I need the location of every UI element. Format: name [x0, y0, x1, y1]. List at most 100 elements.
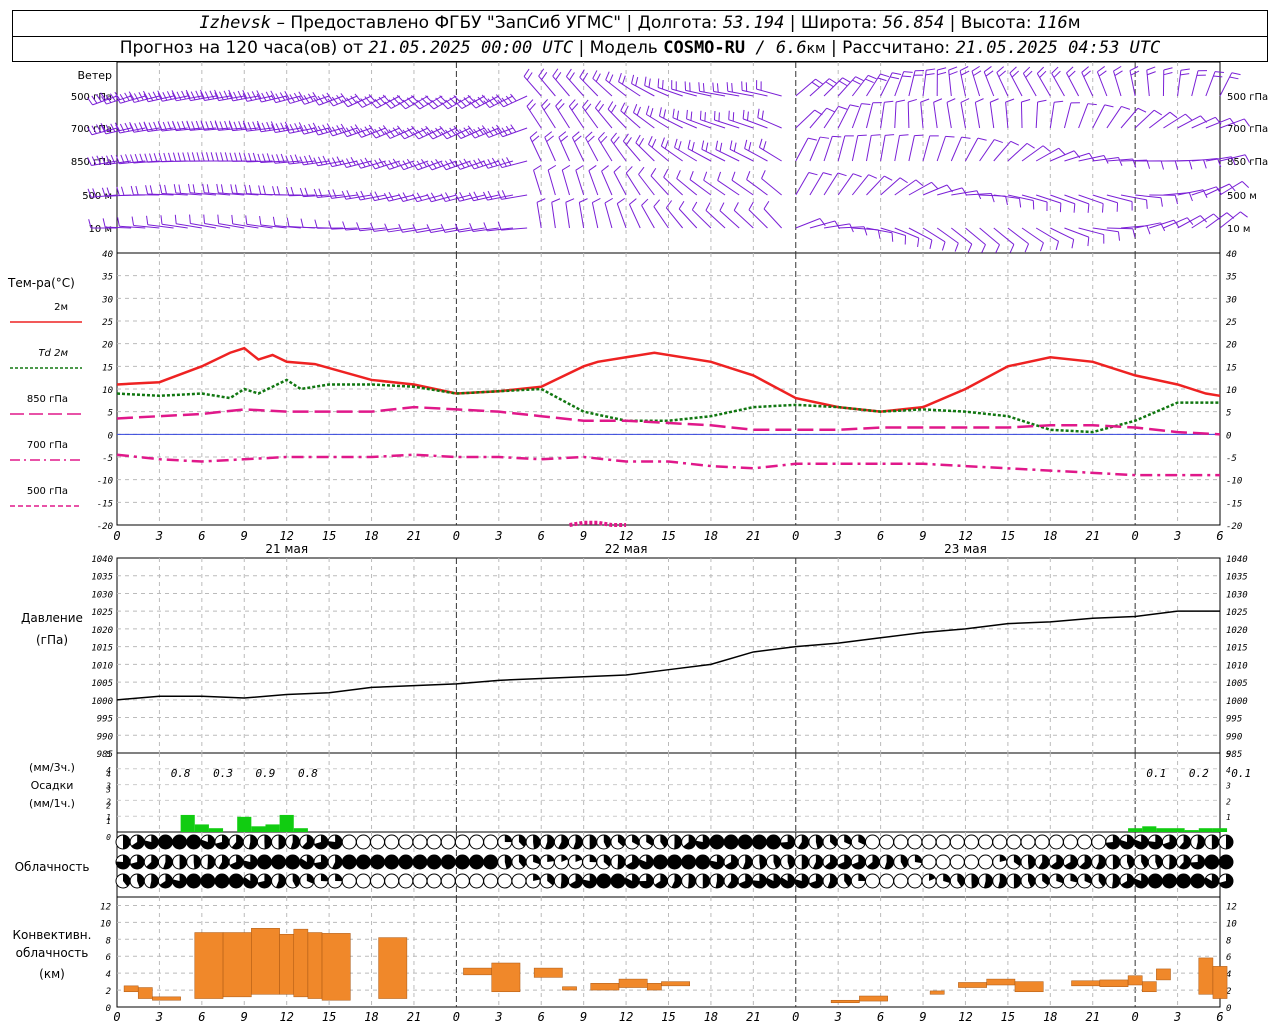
time-tick-label: 15: [661, 529, 675, 543]
cloud-symbol: [355, 854, 371, 870]
cloud-fill-full: [370, 855, 385, 869]
wind-barb-staff: [936, 227, 959, 244]
wind-barb-flag: [975, 98, 984, 103]
wind-barb-staff: [922, 70, 927, 97]
time-tick-label: 3: [155, 529, 163, 543]
wind-barb-flag: [261, 122, 267, 132]
wind-barb-flag: [501, 127, 508, 136]
cloud-fill-full: [709, 835, 724, 849]
conv-cloud-bar: [123, 985, 139, 993]
cloud-symbol: [963, 834, 979, 850]
temp-y-tick-left: 20: [102, 341, 113, 351]
temp-legend-label: 700 гПа: [27, 440, 68, 451]
wind-barb-staff: [894, 102, 897, 129]
wind-barb-staff: [566, 76, 585, 97]
wind-barb: [523, 68, 542, 97]
time-tick-label: 12: [958, 529, 972, 543]
wind-barb-flag: [543, 103, 551, 111]
cloud-circle: [341, 873, 357, 889]
wind-barb-flag: [557, 103, 565, 111]
conv-cloud-bar: [986, 978, 1016, 986]
wind-barb-flag: [402, 99, 410, 107]
cloud-symbol: [723, 834, 739, 850]
cloud-symbol: [907, 873, 923, 889]
cloud-symbol: [709, 873, 725, 889]
wind-barb-flag: [825, 81, 834, 88]
wind-barb-flag: [865, 78, 874, 83]
wind-barb-flag: [607, 101, 614, 110]
temp-y-tick-right: 15: [1226, 363, 1237, 373]
wind-barb: [971, 65, 982, 97]
cloud-fill-partial: [1028, 855, 1036, 869]
wind-barb-flag: [149, 153, 153, 163]
wind-barb-flag: [1025, 70, 1033, 78]
cloud-symbol: [157, 873, 173, 889]
cloud-symbol: [553, 873, 569, 889]
wind-barb-flag: [902, 75, 912, 78]
wind-barb-flag: [340, 123, 347, 132]
cloud-fill-full: [186, 835, 201, 849]
wind-barb-flag: [196, 152, 200, 162]
cloud-fill-full: [412, 855, 427, 869]
wind-barb-flag: [632, 103, 638, 113]
cloud-circle: [469, 834, 485, 850]
wind-barb-flag: [601, 165, 609, 172]
cloud-symbol: [426, 854, 442, 870]
wind-barb-flag: [663, 109, 667, 119]
wind-barb: [1120, 107, 1147, 129]
wind-barb-flag: [317, 156, 323, 166]
temp-y-tick-right: -15: [1226, 499, 1242, 509]
wind-barb-flag: [811, 81, 820, 88]
conv-y-tick-right: 10: [1226, 919, 1237, 929]
cloud-symbol: [667, 854, 682, 870]
precip-bar: [1212, 828, 1228, 832]
wind-barb-flag: [313, 97, 320, 106]
cloud-symbol: [115, 834, 131, 850]
wind-barb-flag: [145, 185, 149, 195]
wind-barb-flag: [425, 95, 433, 103]
cloud-symbol: [1048, 834, 1064, 850]
wind-barb: [795, 137, 817, 162]
wind-barb: [552, 68, 570, 97]
precip-bar: [1142, 826, 1157, 832]
wind-barb: [979, 139, 1003, 162]
wind-barb: [565, 68, 585, 97]
cloud-circle: [921, 854, 937, 870]
wind-barb: [482, 124, 514, 138]
cloud-symbol: [978, 854, 994, 870]
cloud-symbol: [794, 854, 810, 870]
wind-barb-staff: [907, 101, 910, 129]
precip-bar: [1198, 828, 1213, 832]
cloud-fill-partial: [914, 855, 922, 864]
wind-barb-flag: [1188, 160, 1193, 170]
pressure-y-tick-left: 990: [97, 732, 113, 742]
cloud-symbol: [440, 834, 456, 850]
wind-barb-staff: [983, 71, 995, 97]
cloud-circle: [949, 854, 965, 870]
wind-barb-flag: [346, 190, 351, 199]
wind-barb: [922, 184, 953, 196]
wind-barb: [894, 134, 909, 162]
wind-barb-flag: [541, 99, 549, 107]
wind-barb-flag: [867, 74, 877, 80]
wind-barb-flag: [146, 215, 149, 225]
wind-barb: [837, 104, 859, 129]
wind-barb-flag: [551, 198, 561, 203]
wind-barb-staff: [588, 170, 599, 196]
wind-barb-staff: [837, 135, 846, 162]
cloud-symbol: [765, 834, 781, 850]
wind-barb-staff: [460, 127, 485, 139]
wind-barb: [851, 134, 867, 162]
wind-barb-flag: [849, 104, 859, 108]
wind-barb-flag: [896, 99, 906, 103]
wind-barb: [327, 189, 358, 199]
wind-barb-staff: [965, 137, 979, 162]
wind-barb-flag: [1169, 111, 1178, 119]
wind-barb-staff: [908, 70, 916, 97]
cloud-symbol: [271, 834, 287, 850]
wind-barb-flag: [1146, 225, 1151, 235]
wind-barb: [454, 158, 485, 170]
time-tick-label: 9: [580, 529, 587, 543]
wind-barb: [544, 131, 556, 162]
cloud-symbol: [511, 873, 527, 889]
